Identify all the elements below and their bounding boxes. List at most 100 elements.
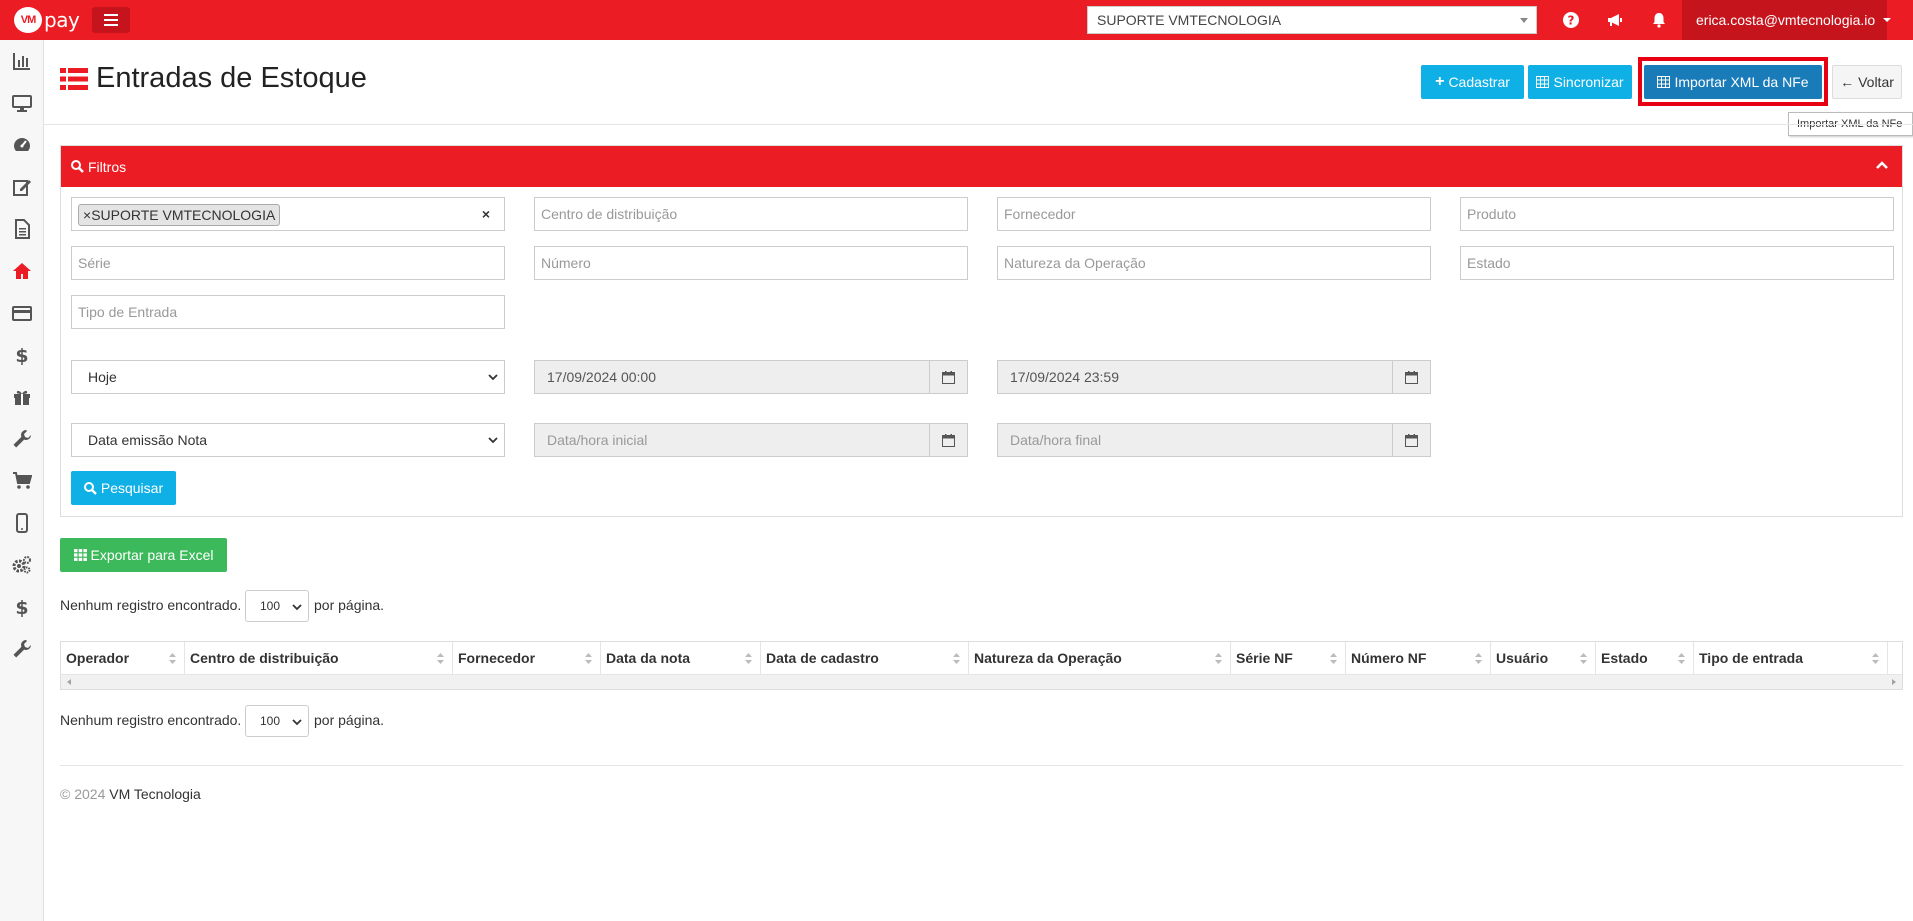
natureza-operacao-input[interactable]: Natureza da Operação <box>997 246 1431 280</box>
scroll-left-icon[interactable] <box>67 679 71 685</box>
page-size-value: 100 <box>260 714 281 728</box>
chevron-down-icon <box>292 719 302 726</box>
data-inicial-input[interactable]: Data/hora inicial <box>534 423 968 457</box>
tipo-entrada-input[interactable]: Tipo de Entrada <box>71 295 505 329</box>
chevron-up-icon[interactable] <box>1876 160 1888 170</box>
caret-down-icon <box>1520 18 1528 23</box>
list-icon <box>60 67 88 90</box>
voltar-button[interactable]: ← Voltar <box>1832 65 1902 99</box>
centro-distribuicao-input[interactable]: Centro de distribuição <box>534 197 968 231</box>
company-multiselect[interactable]: ×SUPORTE VMTECNOLOGIA × <box>71 197 505 231</box>
sort-icon <box>745 653 752 664</box>
data-final-calendar-button[interactable] <box>1392 424 1430 456</box>
cadastrar-button[interactable]: + Cadastrar <box>1421 65 1524 99</box>
sidebar-item-reports[interactable] <box>0 40 43 82</box>
date-from-input[interactable]: 17/09/2024 00:00 <box>534 360 968 394</box>
column-header[interactable]: Centro de distribuição <box>185 642 453 674</box>
gift-icon <box>13 390 30 405</box>
date-from-calendar-button[interactable] <box>929 361 967 393</box>
sidebar-item-gifts[interactable] <box>0 376 43 418</box>
date-to-input[interactable]: 17/09/2024 23:59 <box>997 360 1431 394</box>
sidebar-item-mobile[interactable] <box>0 502 43 544</box>
filters-panel: Filtros ×SUPORTE VMTECNOLOGIA × Centro d… <box>60 145 1903 517</box>
calendar-icon <box>942 433 955 447</box>
app-logo[interactable]: VM pay <box>14 7 80 33</box>
notifications-button[interactable] <box>1637 0 1681 40</box>
page-header: Entradas de Estoque <box>60 62 367 95</box>
clear-selection-icon[interactable]: × <box>482 198 490 230</box>
data-final-placeholder: Data/hora final <box>1010 432 1102 448</box>
filters-panel-header[interactable]: Filtros <box>61 146 1902 187</box>
column-header[interactable]: Série NF <box>1231 642 1346 674</box>
data-inicial-calendar-button[interactable] <box>929 424 967 456</box>
cadastrar-label: Cadastrar <box>1448 74 1510 90</box>
column-header[interactable]: Operador <box>61 642 185 674</box>
bell-icon <box>1653 13 1665 28</box>
voltar-label: Voltar <box>1858 74 1894 90</box>
page-size-select-top[interactable]: 100 <box>245 590 309 622</box>
highlight-annotation <box>1638 57 1828 106</box>
produto-input[interactable]: Produto <box>1460 197 1894 231</box>
data-final-input[interactable]: Data/hora final <box>997 423 1431 457</box>
column-header-label: Série NF <box>1236 650 1293 666</box>
help-button[interactable]: ? <box>1549 0 1593 40</box>
date-type-select[interactable]: Data emissão Nota <box>71 423 505 457</box>
column-header[interactable]: Data de cadastro <box>761 642 969 674</box>
sidebar-item-tools-2[interactable] <box>0 628 43 670</box>
copyright: © 2024 <box>60 786 106 802</box>
column-header[interactable]: Tipo de entrada <box>1694 642 1888 674</box>
filters-title: Filtros <box>88 158 127 175</box>
chevron-down-icon <box>488 374 498 381</box>
company-select[interactable]: SUPORTE VMTECNOLOGIA <box>1087 6 1537 34</box>
no-records-text-bottom: Nenhum registro encontrado. <box>60 712 242 728</box>
serie-input[interactable]: Série <box>71 246 505 280</box>
sidebar-item-payments[interactable] <box>0 292 43 334</box>
company-tag: ×SUPORTE VMTECNOLOGIA <box>78 204 281 226</box>
pesquisar-button[interactable]: Pesquisar <box>71 471 176 505</box>
sort-icon <box>585 653 592 664</box>
sidebar-item-finance-2[interactable]: $ <box>0 586 43 628</box>
column-header[interactable]: Número NF <box>1346 642 1491 674</box>
date-to-calendar-button[interactable] <box>1392 361 1430 393</box>
numero-input[interactable]: Número <box>534 246 968 280</box>
sidebar-item-sales[interactable] <box>0 460 43 502</box>
tag-remove-icon[interactable]: × <box>83 207 91 223</box>
fornecedor-input[interactable]: Fornecedor <box>997 197 1431 231</box>
calendar-icon <box>1405 370 1418 384</box>
wrench-icon <box>13 430 31 448</box>
sidebar: $ $ <box>0 40 44 921</box>
search-icon <box>83 481 97 495</box>
sidebar-item-finance[interactable]: $ <box>0 334 43 376</box>
sidebar-item-edit[interactable] <box>0 166 43 208</box>
no-records-text: Nenhum registro encontrado. <box>60 597 242 613</box>
estado-input[interactable]: Estado <box>1460 246 1894 280</box>
sidebar-item-dashboard[interactable] <box>0 124 43 166</box>
sincronizar-button[interactable]: Sincronizar <box>1528 65 1632 99</box>
scroll-right-icon[interactable] <box>1892 679 1896 685</box>
export-excel-label: Exportar para Excel <box>90 547 214 563</box>
column-header[interactable]: Fornecedor <box>453 642 601 674</box>
column-header[interactable]: Data da nota <box>601 642 761 674</box>
hamburger-menu-button[interactable] <box>92 7 130 33</box>
horizontal-scrollbar[interactable] <box>61 674 1902 689</box>
results-table: Operador Centro de distribuição Fornecedor… <box>60 641 1903 690</box>
export-excel-button[interactable]: Exportar para Excel <box>60 538 227 572</box>
sidebar-item-settings[interactable] <box>0 544 43 586</box>
company-tag-label: SUPORTE VMTECNOLOGIA <box>91 207 276 223</box>
page-size-select-bottom[interactable]: 100 <box>245 705 309 737</box>
user-menu[interactable]: erica.costa@vmtecnologia.io <box>1682 0 1892 40</box>
sort-icon <box>1215 653 1222 664</box>
announcements-button[interactable] <box>1593 0 1637 40</box>
column-header-label: Operador <box>66 650 130 666</box>
sidebar-item-tools[interactable] <box>0 418 43 460</box>
svg-text:$: $ <box>15 345 28 365</box>
calendar-icon <box>1405 433 1418 447</box>
column-header[interactable]: Usuário <box>1491 642 1596 674</box>
sidebar-item-documents[interactable] <box>0 208 43 250</box>
column-header[interactable]: Estado <box>1596 642 1694 674</box>
column-header[interactable]: Natureza da Operação <box>969 642 1231 674</box>
sidebar-item-pdv[interactable] <box>0 82 43 124</box>
sidebar-item-home[interactable] <box>0 250 43 292</box>
dollar-icon: $ <box>15 597 28 617</box>
period-select[interactable]: Hoje <box>71 360 505 394</box>
